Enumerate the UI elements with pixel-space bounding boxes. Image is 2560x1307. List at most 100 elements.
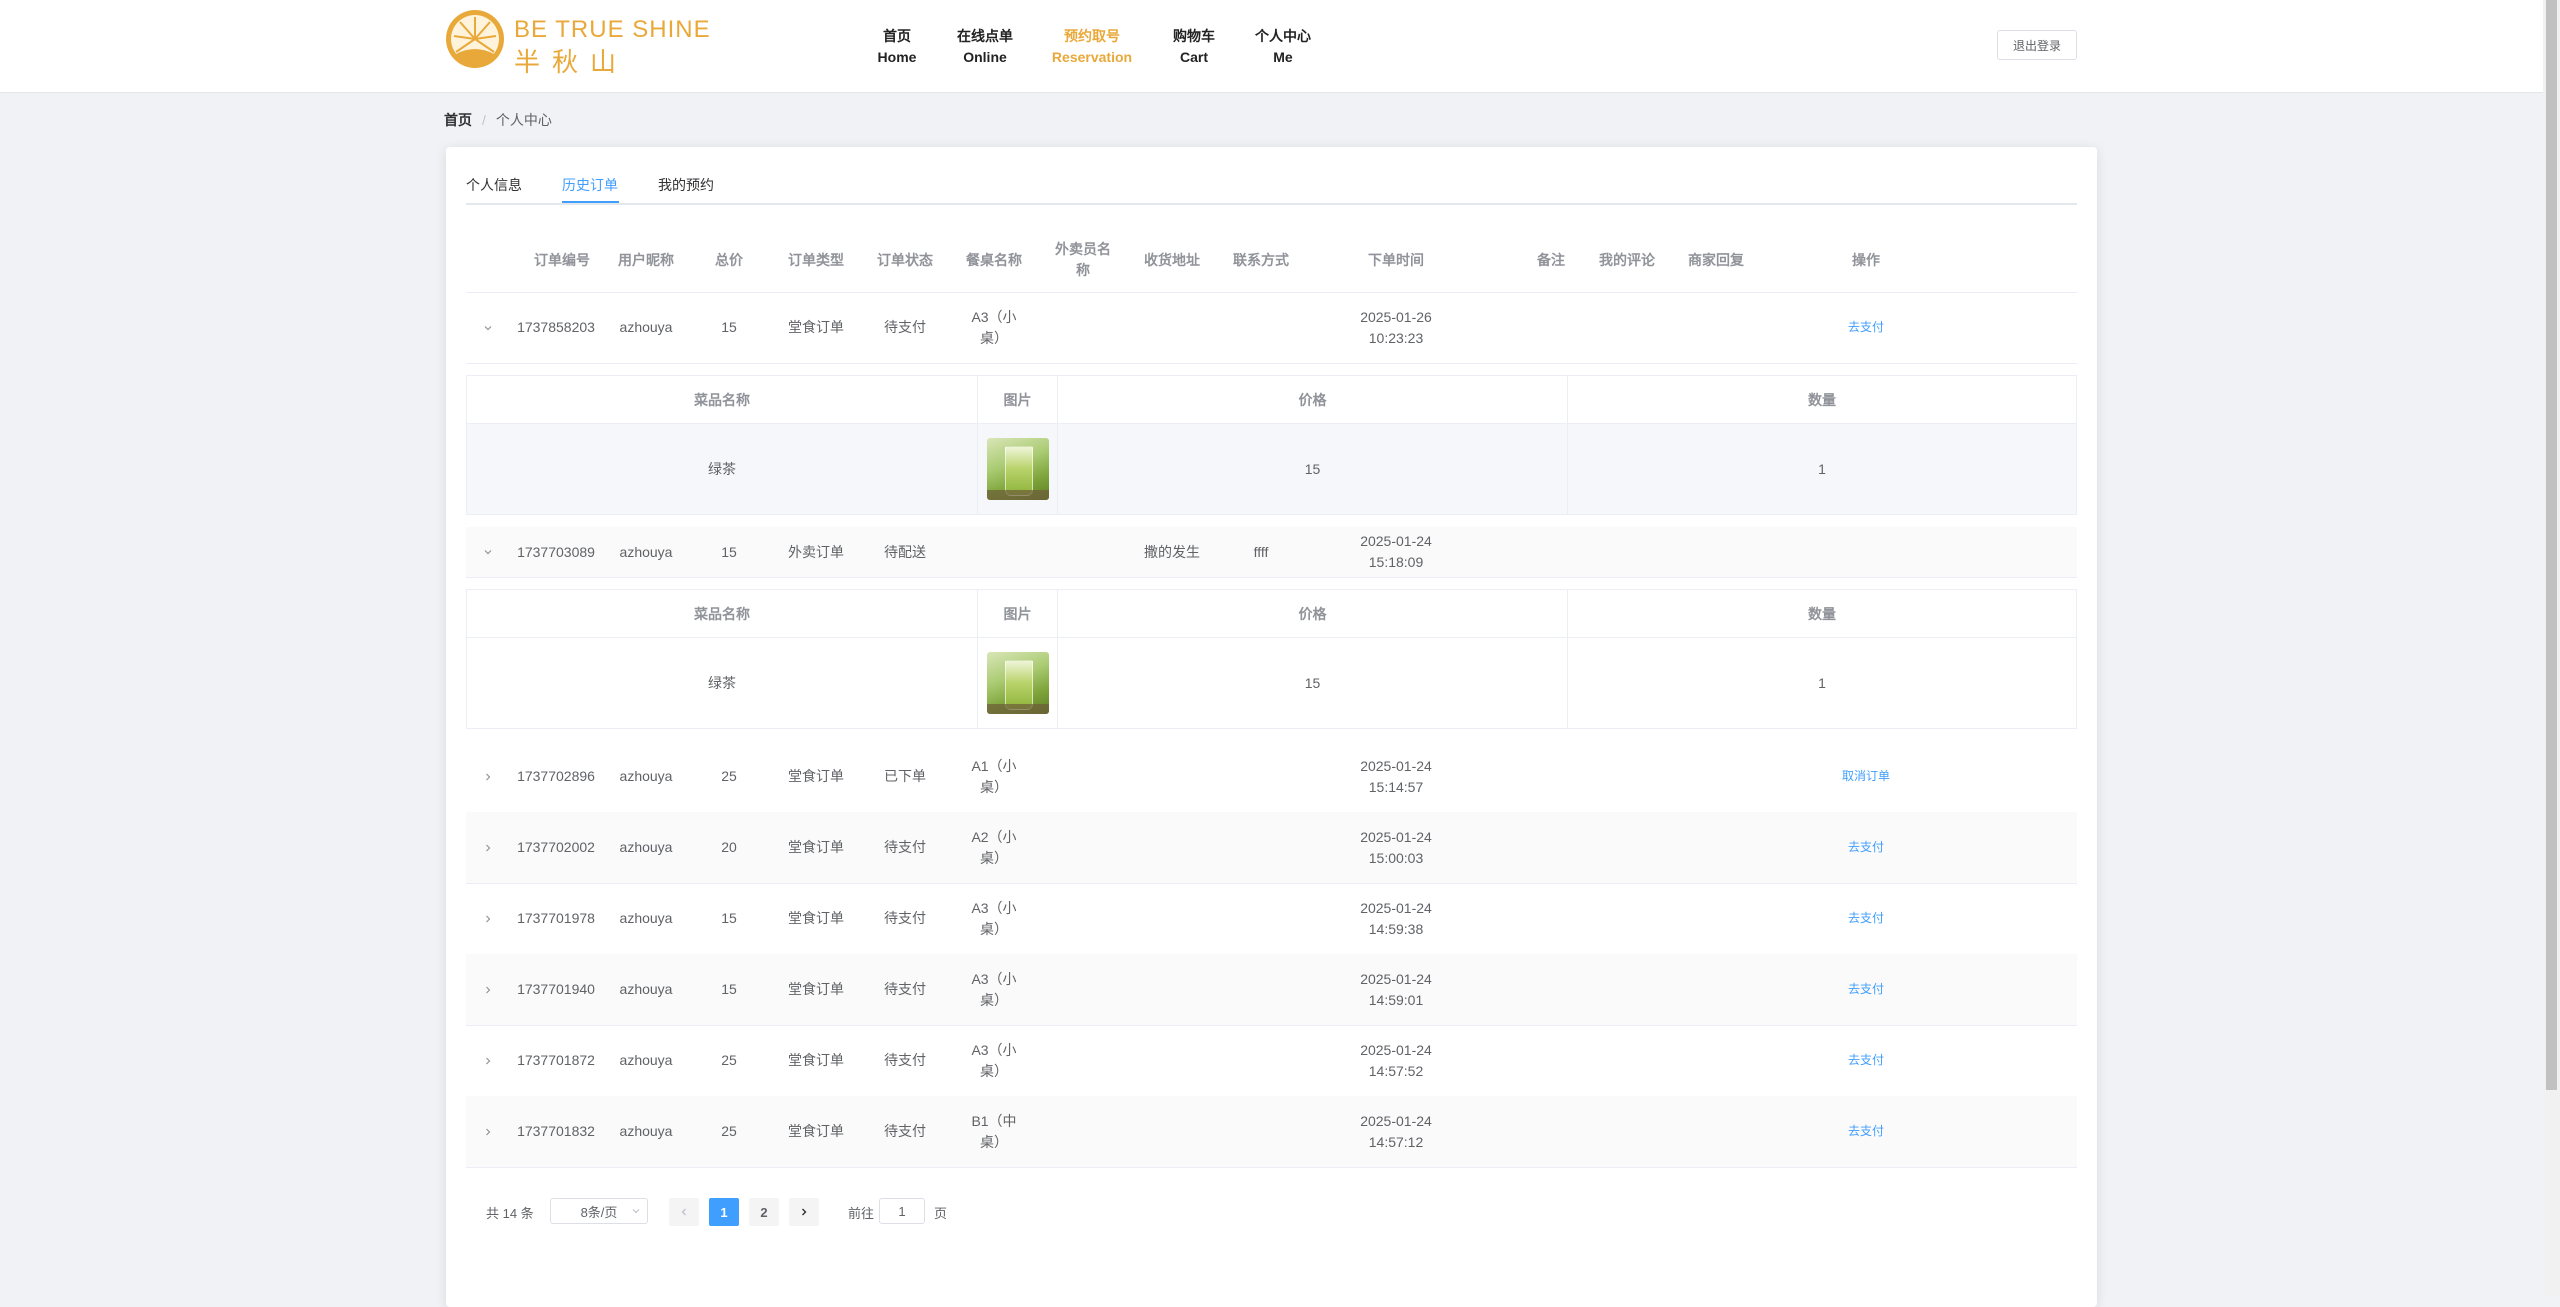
breadcrumb-current: 个人中心 bbox=[495, 112, 552, 128]
table-row[interactable]: 1737858203 azhouya 15 堂食订单 待支付 A3（小桌） 2025-01-… bbox=[466, 292, 2077, 364]
table-row[interactable]: 1737701832 azhouya 25 堂食订单 待支付 B1（中桌） 2025-01-… bbox=[466, 1096, 2077, 1168]
pay-order-link[interactable]: 去支付 bbox=[1848, 837, 1884, 858]
dish-qty: 1 bbox=[1818, 675, 1826, 691]
col-header: 订单状态 bbox=[877, 251, 933, 268]
cell-comment bbox=[1595, 812, 1659, 883]
items-header-row: 菜品名称 图片 价格 数量 bbox=[467, 376, 2076, 424]
cell-action[interactable]: 取消订单 bbox=[1816, 741, 1916, 812]
cell-action[interactable]: 去支付 bbox=[1816, 1096, 1916, 1167]
cell-courier bbox=[1051, 527, 1115, 577]
cell-user: azhouya bbox=[619, 768, 673, 784]
cell-phone bbox=[1229, 1096, 1293, 1167]
nav-item-cart[interactable]: 购物车 Cart bbox=[1173, 26, 1215, 68]
nav-item-home[interactable]: 首页 Home bbox=[878, 26, 917, 68]
cell-reply bbox=[1684, 527, 1748, 577]
cell-user: azhouya bbox=[619, 319, 673, 335]
items-header-row: 菜品名称 图片 价格 数量 bbox=[467, 590, 2076, 638]
cell-reply bbox=[1684, 741, 1748, 812]
cell-id: 1737858203 bbox=[517, 319, 595, 335]
cell-time: 2025-01-24 14:59:38 bbox=[1360, 899, 1432, 937]
pay-order-link[interactable]: 去支付 bbox=[1848, 317, 1884, 338]
col-header: 总价 bbox=[715, 251, 743, 268]
table-row[interactable]: 1737703089 azhouya 15 外卖订单 待配送 撒的发生 ffff 2025-0… bbox=[466, 527, 2077, 578]
cell-action[interactable]: 去支付 bbox=[1816, 883, 1916, 954]
dish-image[interactable] bbox=[978, 424, 1058, 514]
chevron-right-icon[interactable] bbox=[482, 913, 494, 925]
page-button-1[interactable]: 1 bbox=[709, 1198, 739, 1226]
items-row: 绿茶 15 1 bbox=[467, 638, 2076, 728]
cell-address bbox=[1140, 1025, 1204, 1096]
dish-image[interactable] bbox=[978, 638, 1058, 728]
chevron-down-icon[interactable] bbox=[482, 546, 494, 558]
cell-status: 已下单 bbox=[884, 768, 926, 784]
green-tea-photo[interactable] bbox=[986, 652, 1049, 714]
scrollbar-thumb[interactable] bbox=[2546, 0, 2557, 1090]
cell-table bbox=[962, 527, 1026, 577]
green-tea-photo[interactable] bbox=[986, 438, 1049, 500]
profile-tabs: 个人信息 历史订单 我的预约 bbox=[466, 175, 2077, 205]
nav-label-cn: 在线点单 bbox=[957, 28, 1013, 44]
chevron-down-icon[interactable] bbox=[482, 322, 494, 334]
chevron-right-icon[interactable] bbox=[482, 1126, 494, 1138]
cell-status: 待支付 bbox=[884, 981, 926, 997]
cell-table: A3（小桌） bbox=[971, 899, 1017, 937]
chevron-right-icon[interactable] bbox=[482, 842, 494, 854]
logout-button[interactable]: 退出登录 bbox=[1997, 30, 2077, 60]
cell-remark bbox=[1531, 812, 1571, 883]
nav-item-reservation[interactable]: 预约取号 Reservation bbox=[1052, 26, 1132, 68]
table-row[interactable]: 1737702002 azhouya 20 堂食订单 待支付 A2（小桌） 2025-01-… bbox=[466, 812, 2077, 884]
chevron-down-icon bbox=[632, 1209, 640, 1214]
brand-name-cn: 半秋山 bbox=[514, 48, 629, 78]
goto-page-input[interactable] bbox=[879, 1198, 925, 1224]
tab-order-history[interactable]: 历史订单 bbox=[562, 175, 618, 195]
cancel-order-link[interactable]: 取消订单 bbox=[1842, 766, 1890, 787]
table-row[interactable]: 1737701940 azhouya 15 堂食订单 待支付 A3（小桌） 2025-01-… bbox=[466, 954, 2077, 1026]
next-page-button[interactable] bbox=[789, 1198, 819, 1226]
pay-order-link[interactable]: 去支付 bbox=[1848, 1121, 1884, 1142]
breadcrumb-home[interactable]: 首页 bbox=[444, 112, 472, 128]
col-header: 订单类型 bbox=[788, 251, 844, 268]
nav-label-en: Cart bbox=[1179, 49, 1208, 65]
cell-action[interactable]: 去支付 bbox=[1816, 1025, 1916, 1096]
order-items-table: 菜品名称 图片 价格 数量 绿茶 15 1 bbox=[466, 375, 2077, 515]
cell-type: 堂食订单 bbox=[788, 1052, 844, 1068]
cell-phone bbox=[1229, 883, 1293, 954]
cell-comment bbox=[1595, 741, 1659, 812]
items-col-header: 价格 bbox=[1058, 590, 1568, 637]
nav-item-me[interactable]: 个人中心 Me bbox=[1255, 26, 1311, 68]
cell-reply bbox=[1684, 883, 1748, 954]
cell-reply bbox=[1684, 812, 1748, 883]
cell-address bbox=[1140, 1096, 1204, 1167]
pay-order-link[interactable]: 去支付 bbox=[1848, 979, 1884, 1000]
sunburst-badge-icon bbox=[446, 10, 504, 68]
cell-action[interactable]: 去支付 bbox=[1816, 954, 1916, 1025]
table-row[interactable]: 1737701978 azhouya 15 堂食订单 待支付 A3（小桌） 2025-01-… bbox=[466, 883, 2077, 955]
tab-my-reservations[interactable]: 我的预约 bbox=[658, 175, 714, 195]
chevron-right-icon[interactable] bbox=[482, 1055, 494, 1067]
nav-item-online[interactable]: 在线点单 Online bbox=[957, 26, 1013, 68]
brand-logo[interactable]: BE TRUE SHINE 半秋山 bbox=[444, 8, 726, 78]
chevron-right-icon[interactable] bbox=[482, 984, 494, 996]
cell-phone bbox=[1229, 954, 1293, 1025]
table-row[interactable]: 1737702896 azhouya 25 堂食订单 已下单 A1（小桌） 2025-01-… bbox=[466, 741, 2077, 813]
table-row[interactable]: 1737701872 azhouya 25 堂食订单 待支付 A3（小桌） 2025-01-… bbox=[466, 1025, 2077, 1097]
prev-page-button[interactable] bbox=[669, 1198, 699, 1226]
cell-type: 堂食订单 bbox=[788, 981, 844, 997]
cell-courier bbox=[1051, 812, 1115, 883]
cell-total: 25 bbox=[721, 1052, 737, 1068]
dish-price: 15 bbox=[1058, 638, 1568, 728]
page-button-2[interactable]: 2 bbox=[749, 1198, 779, 1226]
items-col-header: 图片 bbox=[978, 376, 1058, 423]
pay-order-link[interactable]: 去支付 bbox=[1848, 908, 1884, 929]
cell-remark bbox=[1531, 292, 1571, 363]
cell-action[interactable]: 去支付 bbox=[1816, 812, 1916, 883]
cell-action[interactable]: 去支付 bbox=[1816, 292, 1916, 363]
pay-order-link[interactable]: 去支付 bbox=[1848, 1050, 1884, 1071]
chevron-right-icon[interactable] bbox=[482, 771, 494, 783]
page-size-select[interactable]: 8条/页 bbox=[550, 1198, 648, 1224]
nav-label-cn: 预约取号 bbox=[1064, 28, 1120, 44]
tab-personal-info[interactable]: 个人信息 bbox=[466, 175, 522, 195]
nav-label-en: Home bbox=[877, 49, 917, 65]
cell-type: 堂食订单 bbox=[788, 1123, 844, 1139]
cell-address bbox=[1140, 954, 1204, 1025]
